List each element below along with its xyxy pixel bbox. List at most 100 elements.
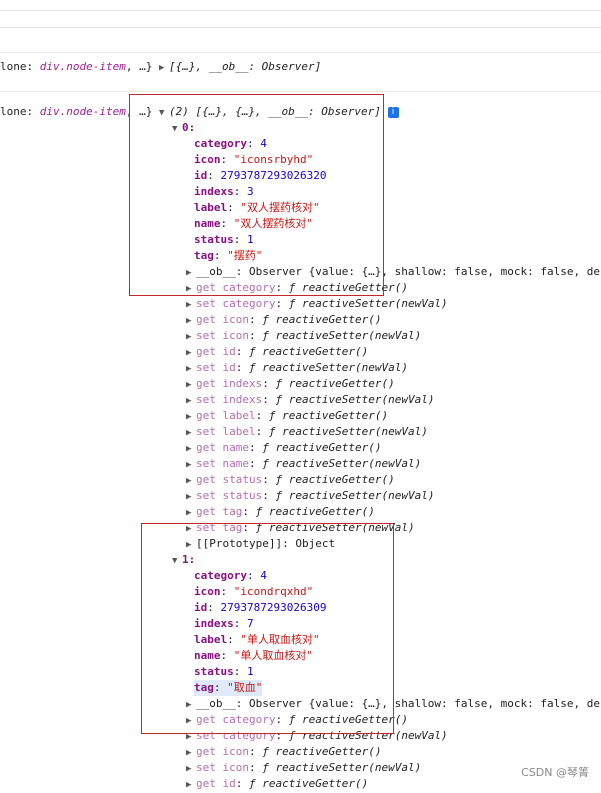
expand-triangle-icon[interactable]: ▶ [186, 425, 196, 441]
function-name: reactiveGetter() [275, 313, 382, 326]
accessor-name: status [222, 489, 263, 502]
function-icon: ƒ [268, 425, 276, 438]
function-name: reactiveSetter(newVal) [288, 393, 435, 406]
colon: : [262, 489, 276, 502]
expand-triangle-icon[interactable]: ▶ [186, 777, 196, 793]
colon: : [249, 313, 263, 326]
line1-prefix: lone: [0, 60, 40, 73]
expand-triangle-icon[interactable]: ▶ [186, 361, 196, 377]
accessor-row[interactable]: ▶ get icon: ƒ reactiveGetter() [186, 312, 381, 328]
accessor-name: icon [222, 745, 250, 758]
watermark: CSDN @琴箐 [521, 766, 589, 779]
line1-summary[interactable]: [{…}, __ob__: Observer] [169, 60, 321, 73]
expand-triangle-icon[interactable]: ▶ [186, 313, 196, 329]
console-line-1[interactable]: lone: div.node-item, …} ▶ [{…}, __ob__: O… [0, 59, 321, 75]
expand-triangle-icon[interactable]: ▶ [186, 345, 196, 361]
function-name: reactiveSetter(newVal) [275, 457, 422, 470]
function-name: reactiveGetter() [262, 345, 369, 358]
highlight-box-item-0 [129, 94, 384, 296]
expand-triangle-icon[interactable]: ▶ [186, 393, 196, 409]
colon: : [275, 297, 289, 310]
accessor-row[interactable]: ▶ set label: ƒ reactiveSetter(newVal) [186, 424, 428, 440]
accessor-row[interactable]: ▶ set icon: ƒ reactiveSetter(newVal) [186, 328, 421, 344]
expand-triangle-icon[interactable]: ▶ [186, 761, 196, 777]
devtools-top-bar [0, 0, 601, 28]
function-name: reactiveSetter(newVal) [262, 361, 408, 374]
expand-triangle-icon[interactable]: ▶ [186, 329, 196, 345]
accessor-kind: get [196, 441, 216, 454]
accessor-row[interactable]: ▶ get name: ƒ reactiveGetter() [186, 440, 381, 456]
accessor-name: icon [222, 313, 250, 326]
accessor-name: indexs [222, 377, 263, 390]
function-name: reactiveGetter() [282, 409, 389, 422]
accessor-name: icon [222, 329, 250, 342]
accessor-name: name [222, 441, 250, 454]
info-icon[interactable]: i [387, 106, 399, 118]
colon: : [235, 345, 249, 358]
separator [0, 52, 601, 53]
expand-triangle-icon[interactable]: ▶ [186, 505, 196, 521]
colon: : [262, 473, 276, 486]
accessor-kind: set [196, 361, 216, 374]
accessor-kind: get [196, 377, 216, 390]
highlight-box-item-1 [141, 523, 394, 734]
accessor-kind: set [196, 329, 216, 342]
accessor-row[interactable]: ▶ get status: ƒ reactiveGetter() [186, 472, 395, 488]
expand-triangle-icon[interactable]: ▶ [186, 489, 196, 505]
accessor-row[interactable]: ▶ set name: ƒ reactiveSetter(newVal) [186, 456, 421, 472]
function-icon: ƒ [249, 361, 256, 374]
line1-ref[interactable]: div.node-item [40, 60, 126, 73]
accessor-name: id [222, 345, 236, 358]
accessor-row[interactable]: ▶ get tag: ƒ reactiveGetter() [186, 504, 375, 520]
accessor-row[interactable]: ▶ set icon: ƒ reactiveSetter(newVal) [186, 760, 421, 776]
line2-ref[interactable]: div.node-item [40, 105, 126, 118]
expand-triangle-icon[interactable]: ▶ [186, 409, 196, 425]
accessor-row[interactable]: ▶ set indexs: ƒ reactiveSetter(newVal) [186, 392, 434, 408]
accessor-kind: set [196, 425, 216, 438]
accessor-row[interactable]: ▶ set status: ƒ reactiveSetter(newVal) [186, 488, 434, 504]
accessor-kind: set [196, 761, 216, 774]
accessor-row[interactable]: ▶ set id: ƒ reactiveSetter(newVal) [186, 360, 408, 376]
function-name: reactiveSetter(newVal) [275, 761, 422, 774]
expand-triangle-icon[interactable]: ▶ [186, 377, 196, 393]
colon: : [262, 393, 276, 406]
expand-triangle-icon[interactable]: ▶ [186, 745, 196, 761]
accessor-row[interactable]: ▶ get indexs: ƒ reactiveGetter() [186, 376, 395, 392]
accessor-row[interactable]: ▶ get label: ƒ reactiveGetter() [186, 408, 388, 424]
function-icon: ƒ [262, 441, 269, 454]
colon: : [249, 441, 263, 454]
accessor-row[interactable]: ▶ get id: ƒ reactiveGetter() [186, 776, 368, 792]
expand-triangle-icon[interactable]: ▶ [186, 441, 196, 457]
function-icon: ƒ [262, 329, 269, 342]
accessor-kind: set [196, 457, 216, 470]
colon: : [262, 377, 276, 390]
accessor-kind: get [196, 409, 216, 422]
function-icon: ƒ [262, 457, 269, 470]
expand-triangle-icon[interactable]: ▶ [159, 60, 169, 76]
accessor-name: label [222, 409, 256, 422]
accessor-kind: get [196, 777, 216, 790]
expand-triangle-icon[interactable]: ▶ [186, 457, 196, 473]
function-icon: ƒ [262, 761, 269, 774]
separator [0, 91, 601, 92]
accessor-name: id [222, 361, 236, 374]
expand-triangle-icon[interactable]: ▶ [186, 473, 196, 489]
accessor-row[interactable]: ▶ get icon: ƒ reactiveGetter() [186, 744, 381, 760]
accessor-row[interactable]: ▶ get id: ƒ reactiveGetter() [186, 344, 368, 360]
accessor-row[interactable]: ▶ set category: ƒ reactiveSetter(newVal) [186, 296, 448, 312]
function-icon: ƒ [262, 745, 269, 758]
expand-triangle-icon[interactable]: ▶ [186, 297, 196, 313]
